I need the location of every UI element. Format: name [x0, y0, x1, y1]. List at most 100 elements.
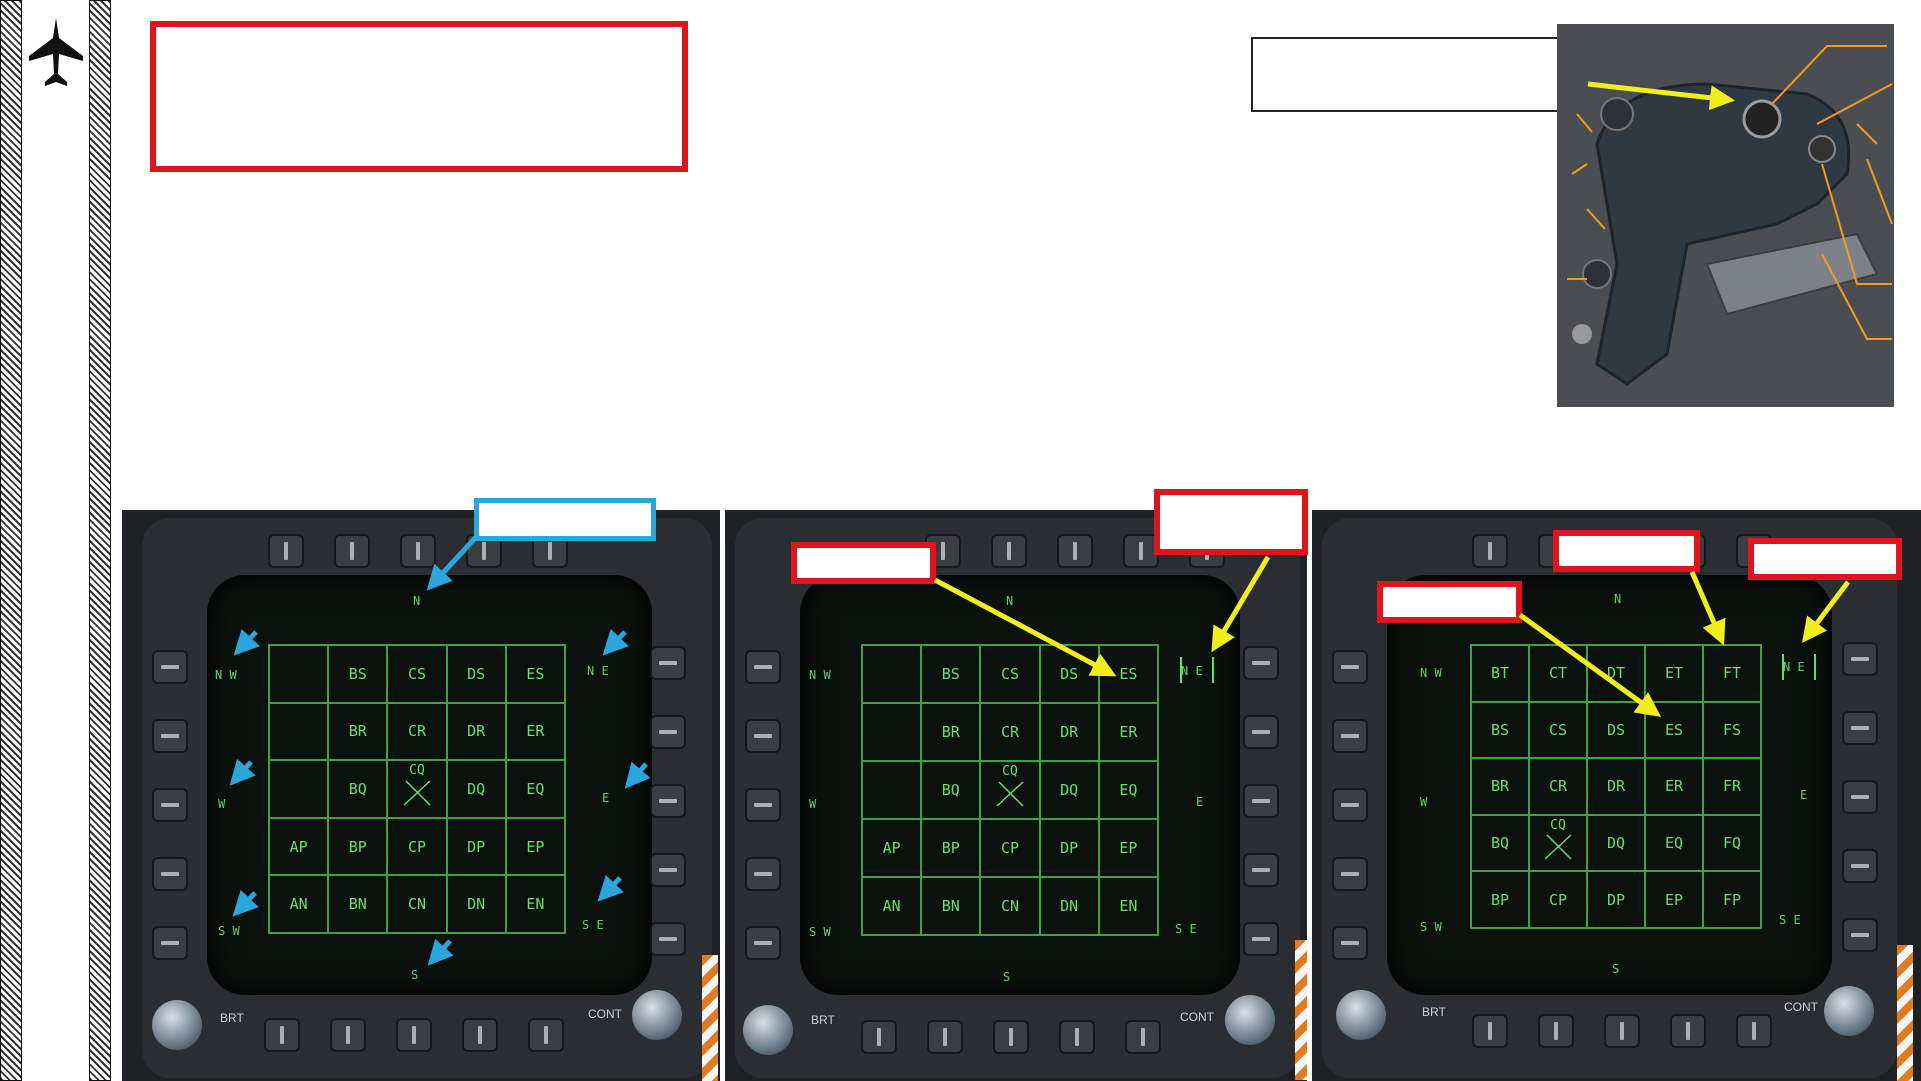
- osb-right-5[interactable]: [650, 922, 686, 956]
- osb-left-2[interactable]: [745, 719, 781, 753]
- compass-w: W: [218, 797, 226, 811]
- osb-left-5[interactable]: [1332, 926, 1368, 960]
- compass-nw: N W: [1420, 666, 1442, 680]
- grid-cell: DN: [1039, 877, 1099, 935]
- osb-right-3[interactable]: [650, 784, 686, 818]
- osb-bottom-5[interactable]: [1736, 1014, 1772, 1048]
- throttle-photo: [1557, 24, 1894, 407]
- osb-right-2[interactable]: [1243, 715, 1279, 749]
- ne-bracket: [1180, 657, 1214, 683]
- designation-cursor-icon: [996, 781, 1024, 808]
- hotas-callout-box: [1251, 37, 1589, 112]
- osb-bottom-3[interactable]: [1604, 1014, 1640, 1048]
- grid-cell: BR: [328, 702, 388, 761]
- contrast-knob[interactable]: [1824, 986, 1874, 1036]
- grid-cell: FT: [1703, 645, 1761, 702]
- compass-se: S E: [1175, 922, 1197, 936]
- grid-cell: DS: [446, 645, 506, 703]
- osb-right-1[interactable]: [650, 646, 686, 680]
- contrast-knob[interactable]: [632, 990, 682, 1040]
- hazard-stripe: [1897, 945, 1913, 1081]
- osb-left-2[interactable]: [152, 719, 188, 753]
- osb-left-1[interactable]: [1332, 650, 1368, 684]
- grid-cell: EN: [505, 875, 565, 933]
- compass-n: N: [1614, 592, 1622, 606]
- grid-cell: [269, 702, 329, 761]
- osb-right-4[interactable]: [1243, 853, 1279, 887]
- osb-top-2[interactable]: [991, 534, 1027, 568]
- compass-e: E: [1196, 795, 1204, 809]
- osb-bottom-2[interactable]: [330, 1018, 366, 1052]
- brightness-knob[interactable]: [152, 1000, 202, 1050]
- grid-cell: EP: [505, 817, 565, 876]
- osb-right-5[interactable]: [1243, 922, 1279, 956]
- osb-bottom-3[interactable]: [993, 1020, 1029, 1054]
- contrast-knob[interactable]: [1225, 995, 1275, 1045]
- grid-callout-box-3: [1553, 530, 1700, 572]
- grid-cell: DT: [1587, 645, 1645, 702]
- osb-left-1[interactable]: [152, 650, 188, 684]
- grid-cell: CR: [1529, 758, 1587, 815]
- osb-right-2[interactable]: [650, 715, 686, 749]
- osb-left-3[interactable]: [745, 788, 781, 822]
- grid-cell: [269, 645, 329, 703]
- osb-left-5[interactable]: [745, 926, 781, 960]
- grid-cell: CP: [387, 817, 447, 876]
- osb-left-3[interactable]: [152, 788, 188, 822]
- grid-cell: [862, 645, 922, 703]
- osb-right-3[interactable]: [1842, 780, 1878, 814]
- osb-left-4[interactable]: [152, 857, 188, 891]
- osb-top-3[interactable]: [1057, 534, 1093, 568]
- osb-bottom-1[interactable]: [1472, 1014, 1508, 1048]
- grid-cell: BP: [921, 819, 981, 877]
- grid-cell: ES: [1098, 645, 1158, 703]
- osb-right-4[interactable]: [1842, 849, 1878, 883]
- osb-bottom-1[interactable]: [861, 1020, 897, 1054]
- compass-n: N: [1006, 594, 1014, 608]
- grid-cell: BQ: [921, 761, 981, 819]
- osb-right-4[interactable]: [650, 853, 686, 887]
- osb-bottom-4[interactable]: [1670, 1014, 1706, 1048]
- grid-cell: BN: [921, 877, 981, 935]
- compass-s: S: [411, 968, 419, 982]
- osb-bottom-5[interactable]: [1125, 1020, 1161, 1054]
- osb-left-1[interactable]: [745, 650, 781, 684]
- osb-bottom-4[interactable]: [1059, 1020, 1095, 1054]
- osb-top-3[interactable]: [400, 534, 436, 568]
- osb-bottom-1[interactable]: [264, 1018, 300, 1052]
- osb-right-1[interactable]: [1842, 642, 1878, 676]
- osb-left-5[interactable]: [152, 926, 188, 960]
- osb-top-1[interactable]: [268, 534, 304, 568]
- osb-top-1[interactable]: [1472, 534, 1508, 568]
- brt-label: BRT: [811, 1013, 835, 1027]
- compass-sw: S W: [809, 925, 831, 939]
- compass-e: E: [602, 791, 610, 805]
- osb-bottom-3[interactable]: [396, 1018, 432, 1052]
- osb-right-1[interactable]: [1243, 646, 1279, 680]
- compass-w: W: [809, 797, 817, 811]
- grid-cell: ER: [1098, 703, 1158, 761]
- cont-label: CONT: [588, 1007, 622, 1021]
- osb-left-3[interactable]: [1332, 788, 1368, 822]
- grid-cell: FP: [1703, 871, 1761, 928]
- osb-right-2[interactable]: [1842, 711, 1878, 745]
- osb-top-2[interactable]: [334, 534, 370, 568]
- osb-left-2[interactable]: [1332, 719, 1368, 753]
- osb-bottom-2[interactable]: [927, 1020, 963, 1054]
- osb-left-4[interactable]: [1332, 857, 1368, 891]
- osb-bottom-5[interactable]: [528, 1018, 564, 1052]
- compass-se: S E: [1779, 913, 1801, 927]
- grid-cell: [269, 760, 329, 818]
- osb-right-5[interactable]: [1842, 918, 1878, 952]
- osb-left-4[interactable]: [745, 857, 781, 891]
- compass-nw: N W: [215, 668, 237, 682]
- grid-cell: CN: [980, 877, 1040, 935]
- brightness-knob[interactable]: [1336, 990, 1386, 1040]
- brightness-knob[interactable]: [743, 1005, 793, 1055]
- grid-cell: EQ: [1098, 761, 1158, 819]
- osb-bottom-4[interactable]: [462, 1018, 498, 1052]
- grid-cell: CS: [1529, 701, 1587, 759]
- mfd-panel-1: BRT CONT N N W N E W E S W S E S BS CS DS E…: [122, 510, 720, 1081]
- osb-right-3[interactable]: [1243, 784, 1279, 818]
- osb-bottom-2[interactable]: [1538, 1014, 1574, 1048]
